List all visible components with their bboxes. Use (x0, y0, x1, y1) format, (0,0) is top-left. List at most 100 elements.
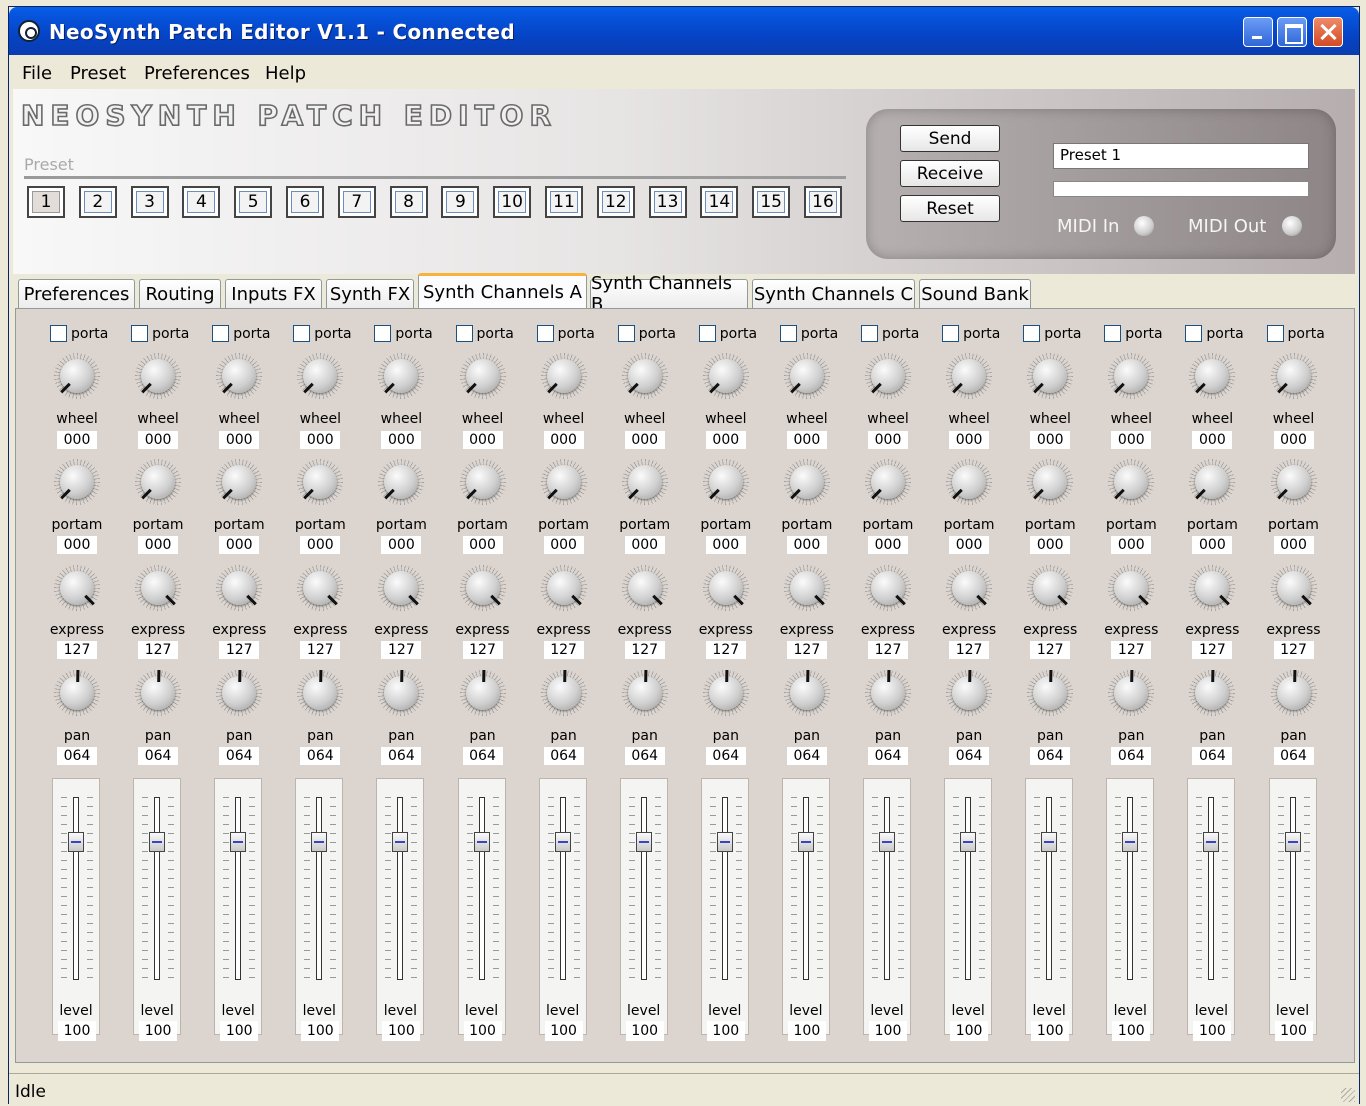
level-value[interactable]: 100 (58, 1021, 96, 1041)
express-value[interactable]: 127 (1192, 641, 1233, 659)
level-fader[interactable] (619, 778, 668, 1035)
level-fader[interactable] (863, 778, 911, 1035)
porta-checkbox[interactable] (1104, 325, 1122, 342)
level-value[interactable]: 100 (220, 1021, 259, 1041)
portam-value[interactable]: 000 (57, 536, 97, 554)
wheel-knob[interactable] (540, 353, 587, 399)
tab-synth-channels-c[interactable]: Synth Channels C (752, 279, 915, 308)
pan-knob[interactable] (54, 669, 100, 716)
tab-inputs-fx[interactable]: Inputs FX (225, 279, 322, 308)
porta-checkbox[interactable] (861, 325, 878, 342)
level-fader[interactable] (538, 778, 587, 1035)
pan-knob[interactable] (1027, 669, 1074, 716)
portam-knob[interactable] (540, 459, 587, 505)
pan-knob[interactable] (216, 669, 263, 716)
porta-checkbox[interactable] (455, 325, 473, 342)
express-value[interactable]: 127 (543, 641, 584, 659)
pan-knob[interactable] (783, 669, 830, 716)
level-value[interactable]: 100 (301, 1021, 340, 1041)
fader-thumb[interactable] (797, 831, 814, 852)
preset-button-6[interactable]: 6 (286, 186, 324, 218)
express-value[interactable]: 127 (949, 641, 990, 659)
level-value[interactable]: 100 (950, 1021, 989, 1041)
express-value[interactable]: 127 (1030, 641, 1071, 659)
fader-thumb[interactable] (149, 831, 166, 852)
pan-value[interactable]: 064 (705, 747, 746, 765)
menu-preset[interactable]: Preset (70, 63, 126, 84)
level-fader[interactable] (52, 778, 100, 1035)
wheel-knob[interactable] (1189, 353, 1236, 399)
level-fader[interactable] (376, 778, 425, 1035)
wheel-knob[interactable] (865, 353, 911, 399)
wheel-knob[interactable] (216, 353, 263, 399)
preset-button-15[interactable]: 15 (752, 186, 791, 218)
menu-help[interactable]: Help (265, 63, 306, 84)
send-button[interactable]: Send (900, 125, 1000, 152)
portam-knob[interactable] (297, 459, 344, 505)
portam-value[interactable]: 000 (705, 536, 746, 554)
porta-checkbox[interactable] (779, 325, 797, 342)
express-value[interactable]: 127 (624, 641, 665, 659)
pan-knob[interactable] (135, 669, 182, 716)
preset-button-13[interactable]: 13 (648, 186, 687, 218)
level-value[interactable]: 100 (869, 1021, 907, 1041)
level-value[interactable]: 100 (463, 1021, 502, 1041)
wheel-value[interactable]: 000 (219, 431, 260, 449)
level-value[interactable]: 100 (787, 1021, 826, 1041)
pan-knob[interactable] (1270, 669, 1317, 716)
porta-checkbox[interactable] (1023, 325, 1041, 342)
fader-thumb[interactable] (1203, 831, 1220, 852)
portam-value[interactable]: 000 (381, 536, 422, 554)
portam-knob[interactable] (783, 459, 830, 505)
fader-thumb[interactable] (1122, 831, 1139, 852)
pan-value[interactable]: 064 (462, 747, 503, 765)
pan-knob[interactable] (297, 669, 344, 716)
reset-button[interactable]: Reset (900, 195, 1000, 222)
express-value[interactable]: 127 (300, 641, 341, 659)
tab-synth-channels-a[interactable]: Synth Channels A (418, 273, 587, 308)
fader-thumb[interactable] (392, 831, 409, 852)
express-knob[interactable] (702, 565, 749, 611)
pan-knob[interactable] (865, 669, 911, 716)
express-knob[interactable] (540, 565, 587, 611)
pan-knob[interactable] (459, 669, 506, 716)
express-knob[interactable] (621, 565, 668, 611)
express-value[interactable]: 127 (1111, 641, 1152, 659)
preset-button-5[interactable]: 5 (234, 186, 273, 218)
level-value[interactable]: 100 (706, 1021, 745, 1041)
porta-checkbox[interactable] (698, 325, 716, 342)
wheel-value[interactable]: 000 (868, 431, 908, 449)
level-fader[interactable] (1187, 778, 1236, 1035)
portam-knob[interactable] (378, 459, 425, 505)
porta-checkbox[interactable] (50, 325, 67, 342)
level-fader[interactable] (1025, 778, 1074, 1035)
porta-checkbox[interactable] (617, 325, 635, 342)
wheel-knob[interactable] (459, 353, 506, 399)
porta-checkbox[interactable] (942, 325, 960, 342)
express-value[interactable]: 127 (381, 641, 422, 659)
wheel-value[interactable]: 000 (705, 431, 746, 449)
express-value[interactable]: 127 (219, 641, 260, 659)
portam-value[interactable]: 000 (543, 536, 584, 554)
porta-checkbox[interactable] (212, 325, 230, 342)
portam-knob[interactable] (216, 459, 263, 505)
pan-value[interactable]: 064 (1273, 747, 1314, 765)
wheel-value[interactable]: 000 (1273, 431, 1314, 449)
pan-value[interactable]: 064 (868, 747, 908, 765)
level-fader[interactable] (214, 778, 263, 1035)
portam-knob[interactable] (946, 459, 993, 505)
express-knob[interactable] (54, 565, 100, 611)
wheel-value[interactable]: 000 (1111, 431, 1152, 449)
pan-knob[interactable] (946, 669, 993, 716)
porta-checkbox[interactable] (131, 325, 149, 342)
pan-value[interactable]: 064 (1030, 747, 1071, 765)
fader-thumb[interactable] (68, 831, 84, 852)
portam-value[interactable]: 000 (1192, 536, 1233, 554)
level-value[interactable]: 100 (544, 1021, 583, 1041)
fader-thumb[interactable] (635, 831, 652, 852)
express-value[interactable]: 127 (138, 641, 179, 659)
express-value[interactable]: 127 (1273, 641, 1314, 659)
level-fader[interactable] (457, 778, 506, 1035)
pan-knob[interactable] (702, 669, 749, 716)
level-value[interactable]: 100 (139, 1021, 178, 1041)
